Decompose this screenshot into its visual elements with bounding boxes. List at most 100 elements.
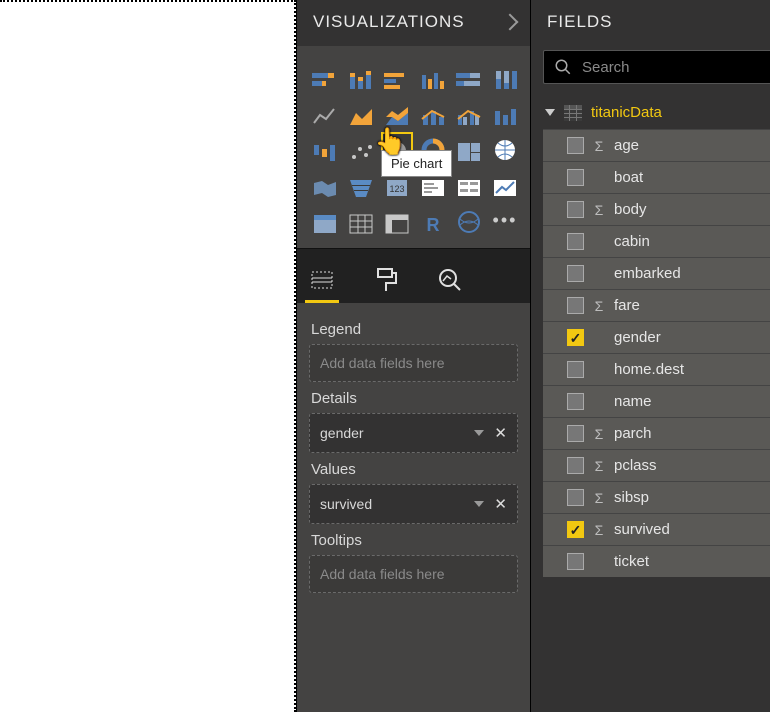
clustered-bar-icon[interactable] [382,61,412,91]
field-checkbox[interactable] [567,137,584,154]
kpi-icon[interactable] [490,169,520,199]
fields-panel-header[interactable]: FIELDS [531,0,770,46]
field-list: ΣageΣboatΣbodyΣcabinΣembarkedΣfareΣgende… [543,129,770,577]
more-visuals-icon[interactable]: ••• [490,205,520,235]
search-input[interactable] [582,59,770,76]
stacked-bar-horizontal-icon[interactable] [310,61,340,91]
field-item-age[interactable]: Σage [543,129,770,161]
details-value: gender [320,425,364,441]
visualizations-title: VISUALIZATIONS [313,12,465,32]
pie-chart-tooltip: Pie chart [381,150,452,177]
line-clustered-column-icon[interactable] [454,97,484,127]
filled-map-icon[interactable] [310,169,340,199]
funnel-chart-icon[interactable] [346,169,376,199]
field-checkbox[interactable] [567,489,584,506]
line-stacked-column-icon[interactable] [418,97,448,127]
stacked-column-icon[interactable] [346,61,376,91]
field-checkbox[interactable] [567,233,584,250]
field-label: name [614,393,652,410]
svg-text:123: 123 [389,184,404,194]
visualizations-panel-header[interactable]: VISUALIZATIONS [297,0,530,46]
field-checkbox[interactable] [567,329,584,346]
fields-panel: FIELDS titanicData ΣageΣboatΣbodyΣcabinΣ… [530,0,770,712]
field-item-home-dest[interactable]: Σhome.dest [543,353,770,385]
magnifier-chart-icon [437,267,463,293]
details-dropzone[interactable]: gender ✕ [309,413,518,453]
sigma-icon: Σ [592,426,606,442]
legend-well-label: Legend [311,321,518,338]
field-item-ticket[interactable]: Σticket [543,545,770,577]
field-checkbox[interactable] [567,457,584,474]
waterfall-chart-icon[interactable] [310,133,340,163]
field-item-parch[interactable]: Σparch [543,417,770,449]
field-item-body[interactable]: Σbody [543,193,770,225]
remove-values-field-button[interactable]: ✕ [494,495,507,513]
field-checkbox[interactable] [567,361,584,378]
hundred-stacked-column-icon[interactable] [490,61,520,91]
line-chart-icon[interactable] [310,97,340,127]
tooltips-dropzone[interactable]: Add data fields here [309,555,518,593]
field-item-survived[interactable]: Σsurvived [543,513,770,545]
field-label: body [614,201,647,218]
sigma-icon: Σ [592,490,606,506]
stacked-area-icon[interactable] [382,97,412,127]
arcgis-map-icon[interactable] [454,205,484,235]
remove-details-field-button[interactable]: ✕ [494,424,507,442]
field-label: embarked [614,265,681,282]
table-icon[interactable] [346,205,376,235]
field-item-name[interactable]: Σname [543,385,770,417]
fields-search[interactable] [543,50,770,84]
field-checkbox[interactable] [567,553,584,570]
chevron-down-icon[interactable] [474,430,484,436]
field-checkbox[interactable] [567,297,584,314]
sigma-icon: Σ [592,298,606,314]
field-item-sibsp[interactable]: Σsibsp [543,481,770,513]
field-label: home.dest [614,361,684,378]
treemap-icon[interactable] [454,133,484,163]
slicer-icon[interactable] [310,205,340,235]
table-node[interactable]: titanicData [543,94,770,129]
field-checkbox[interactable] [567,169,584,186]
field-checkbox[interactable] [567,201,584,218]
tooltips-placeholder-text: Add data fields here [320,566,445,582]
report-canvas[interactable] [0,0,296,712]
field-label: gender [614,329,661,346]
field-item-embarked[interactable]: Σembarked [543,257,770,289]
fields-title: FIELDS [547,12,613,32]
format-tabs [297,248,530,303]
field-label: sibsp [614,489,649,506]
matrix-icon[interactable] [382,205,412,235]
canvas-selection-outline [0,0,296,712]
field-label: pclass [614,457,657,474]
r-visual-icon[interactable]: R [418,205,448,235]
field-item-boat[interactable]: Σboat [543,161,770,193]
field-item-pclass[interactable]: Σpclass [543,449,770,481]
format-tab[interactable] [369,259,403,303]
fields-tab[interactable] [305,259,339,303]
legend-dropzone[interactable]: Add data fields here [309,344,518,382]
hundred-stacked-bar-icon[interactable] [454,61,484,91]
values-dropzone[interactable]: survived ✕ [309,484,518,524]
search-icon [554,58,572,76]
scatter-chart-icon[interactable] [346,133,376,163]
area-chart-icon[interactable] [346,97,376,127]
field-checkbox[interactable] [567,265,584,282]
field-label: survived [614,521,670,538]
field-item-fare[interactable]: Σfare [543,289,770,321]
field-checkbox[interactable] [567,521,584,538]
field-label: fare [614,297,640,314]
ribbon-chart-icon[interactable] [490,97,520,127]
field-checkbox[interactable] [567,393,584,410]
chevron-down-icon[interactable] [474,501,484,507]
field-wells: Legend Add data fields here Details gend… [297,303,530,712]
field-item-cabin[interactable]: Σcabin [543,225,770,257]
table-icon [564,105,582,121]
clustered-column-icon[interactable] [418,61,448,91]
multi-row-card-icon[interactable] [454,169,484,199]
values-well-label: Values [311,461,518,478]
field-checkbox[interactable] [567,425,584,442]
map-icon[interactable] [490,133,520,163]
analytics-tab[interactable] [433,259,467,303]
values-value: survived [320,496,372,512]
field-item-gender[interactable]: Σgender [543,321,770,353]
